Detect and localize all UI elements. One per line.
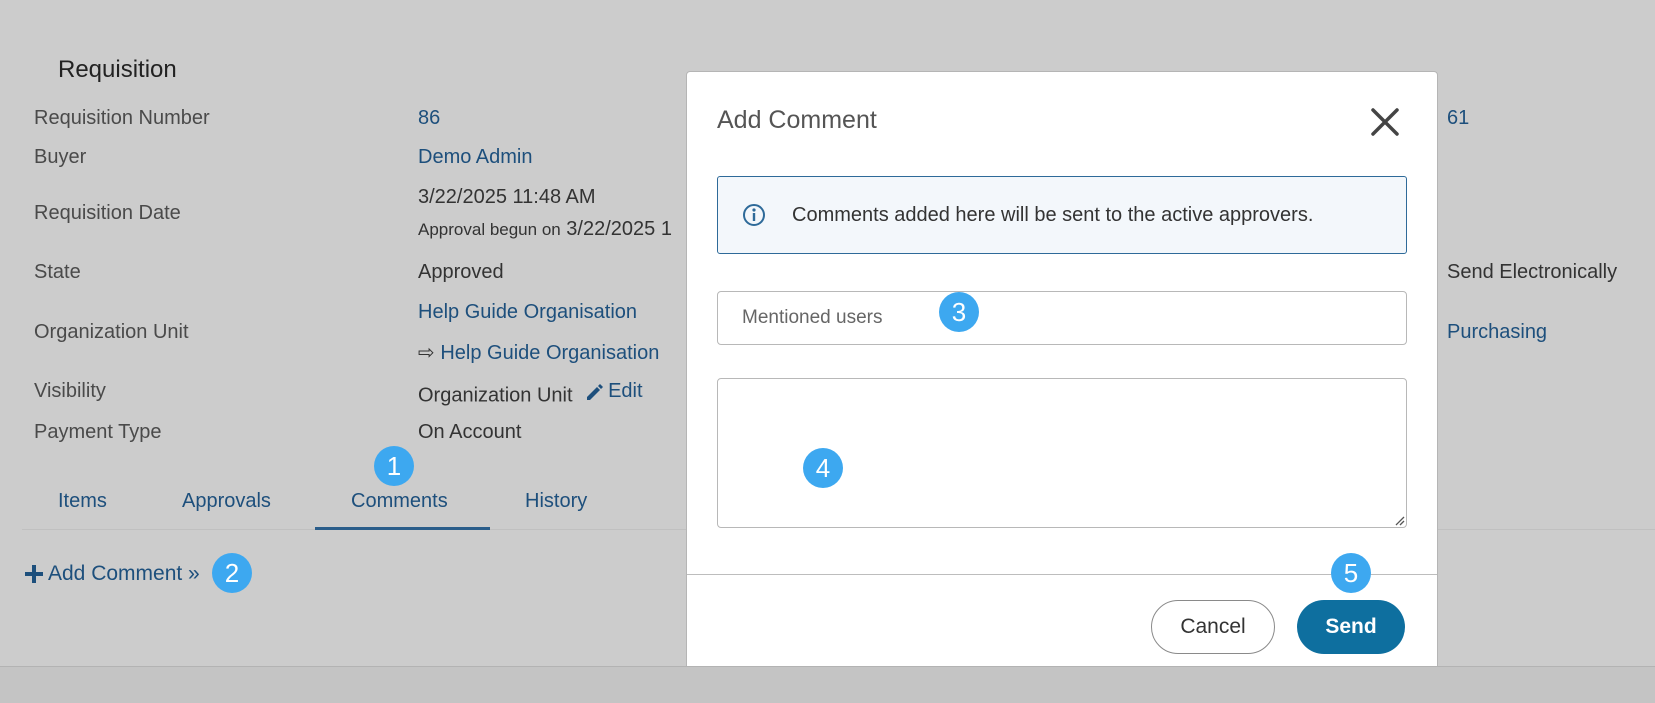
- info-icon: [743, 204, 765, 226]
- edit-label: Edit: [608, 380, 643, 402]
- tab-history[interactable]: History: [525, 490, 587, 513]
- requisition-number-label: Requisition Number: [34, 107, 210, 129]
- parent-organization-line: ⇨ Help Guide Organisation: [418, 340, 659, 365]
- add-comment-dialog: Add Comment Comments added here will be …: [686, 71, 1438, 684]
- info-message-box: Comments added here will be sent to the …: [717, 176, 1407, 254]
- step-badge-3: 3: [939, 292, 979, 332]
- page-background: Requisition Requisition Number 86 Buyer …: [0, 0, 1655, 703]
- visibility-value-line: Organization Unit Edit: [418, 380, 643, 408]
- state-value: Approved: [418, 261, 504, 283]
- approval-begun-prefix: Approval begun on: [418, 220, 561, 239]
- tab-approvals[interactable]: Approvals: [182, 490, 271, 513]
- edit-visibility-link[interactable]: Edit: [584, 380, 643, 403]
- payment-type-value: On Account: [418, 421, 522, 443]
- tab-items[interactable]: Items: [58, 490, 107, 513]
- add-comment-label: Add Comment »: [48, 562, 200, 585]
- step-badge-5: 5: [1331, 553, 1371, 593]
- requisition-number-value: 86: [418, 107, 441, 129]
- send-button[interactable]: Send: [1297, 600, 1405, 654]
- step-badge-4: 4: [803, 448, 843, 488]
- resize-grip-icon[interactable]: [1393, 514, 1405, 526]
- visibility-label: Visibility: [34, 380, 106, 402]
- pencil-icon: [587, 383, 604, 400]
- payment-type-label: Payment Type: [34, 421, 162, 443]
- step-badge-1: 1: [374, 446, 414, 486]
- department-link[interactable]: Purchasing: [1447, 321, 1547, 344]
- send-method-value: Send Electronically: [1447, 261, 1618, 283]
- plus-icon: [25, 565, 43, 583]
- visibility-value: Organization Unit: [418, 384, 573, 407]
- approval-begun-date: 3/22/2025 1: [566, 218, 672, 240]
- organization-unit-link[interactable]: Help Guide Organisation: [418, 301, 637, 324]
- approval-begun-line: Approval begun on 3/22/2025 1: [418, 218, 672, 241]
- organization-unit-label: Organization Unit: [34, 321, 189, 343]
- right-number-fragment: 61: [1447, 107, 1470, 129]
- active-tab-indicator: [315, 527, 490, 530]
- dialog-title: Add Comment: [717, 106, 877, 134]
- buyer-label: Buyer: [34, 146, 87, 168]
- parent-organization-link[interactable]: Help Guide Organisation: [440, 342, 659, 364]
- step-badge-2: 2: [212, 553, 252, 593]
- section-title: Requisition: [58, 56, 177, 83]
- add-comment-link[interactable]: Add Comment »: [24, 562, 200, 586]
- mentioned-users-input[interactable]: [717, 291, 1407, 345]
- requisition-date-label: Requisition Date: [34, 202, 181, 224]
- cancel-button[interactable]: Cancel: [1151, 600, 1275, 654]
- tab-comments[interactable]: Comments: [351, 490, 448, 513]
- buyer-link[interactable]: Demo Admin: [418, 146, 533, 169]
- dialog-footer-divider: [687, 574, 1437, 575]
- info-message: Comments added here will be sent to the …: [792, 203, 1314, 226]
- arrow-icon: ⇨: [418, 342, 435, 364]
- state-label: State: [34, 261, 81, 283]
- close-icon[interactable]: [1367, 104, 1403, 140]
- page-footer: [0, 667, 1655, 703]
- requisition-date-value: 3/22/2025 11:48 AM: [418, 186, 596, 208]
